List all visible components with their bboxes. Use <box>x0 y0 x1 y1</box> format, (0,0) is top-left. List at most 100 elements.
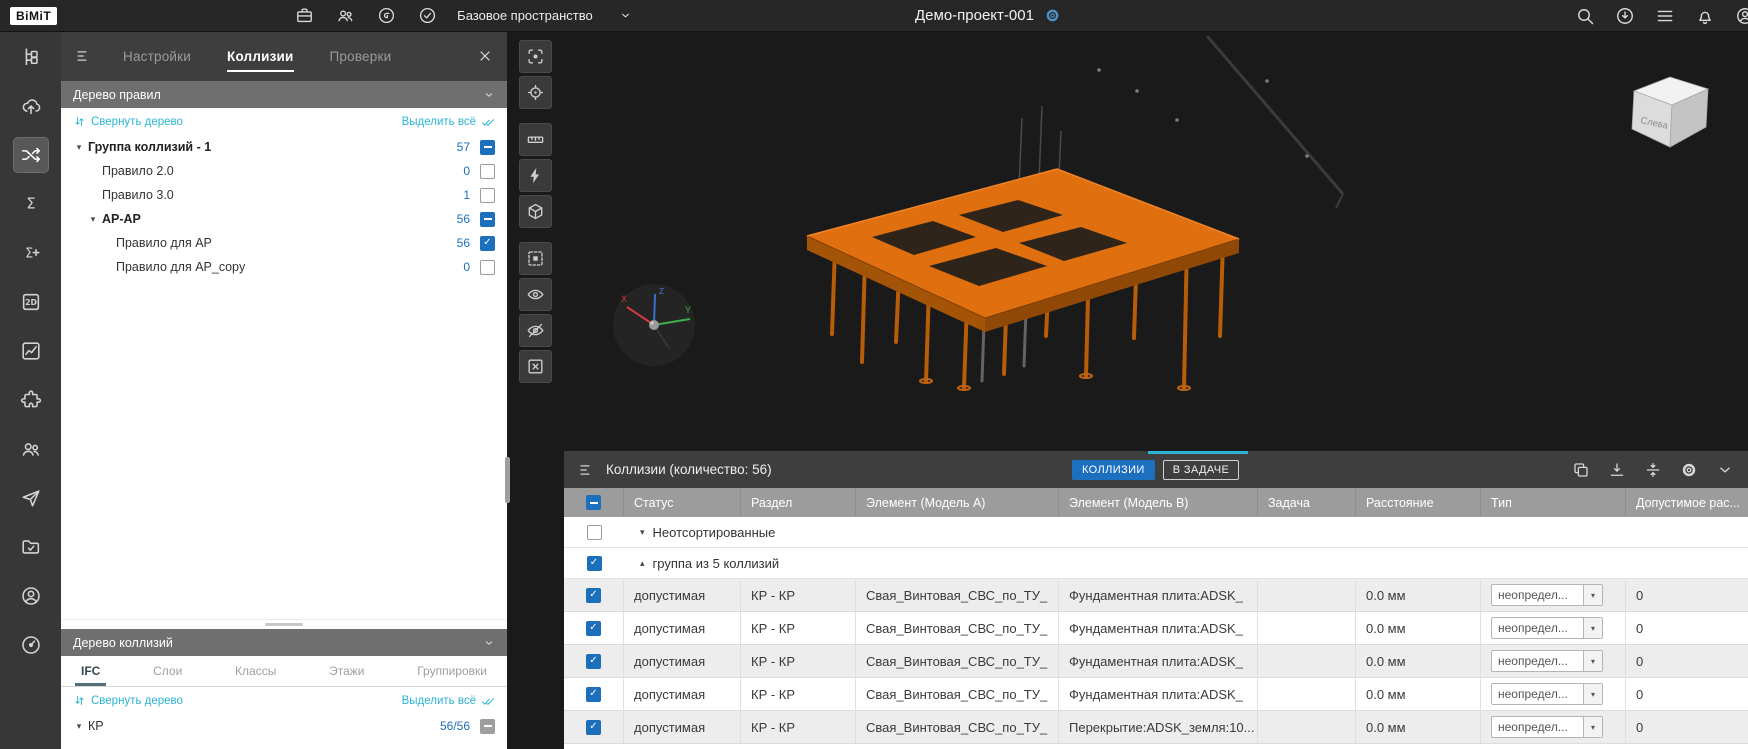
rules-tree-header[interactable]: Дерево правил <box>61 81 507 108</box>
rail-publish-cloud-button[interactable] <box>14 89 48 123</box>
tree-item-checkbox[interactable] <box>480 236 495 251</box>
collision-row[interactable]: допустимаяКР - КРСвая_Винтовая_СВС_по_ТУ… <box>564 711 1748 744</box>
rules-tree-item[interactable]: ▾Группа коллизий - 157 <box>61 135 507 159</box>
bell-button[interactable] <box>1695 6 1715 26</box>
type-select[interactable]: неопредел...▾ <box>1491 584 1603 606</box>
tree-tab-0[interactable]: IFC <box>81 656 100 686</box>
region-select-button[interactable] <box>519 40 552 73</box>
viewport-3d[interactable]: X Y Z Слева Коллизии (количество: 56) КО… <box>507 31 1748 749</box>
search-button[interactable] <box>1575 6 1595 26</box>
collision-row[interactable]: допустимаяКР - КРСвая_Винтовая_СВС_по_ТУ… <box>564 678 1748 711</box>
team-button[interactable] <box>336 6 355 25</box>
gear-button[interactable] <box>1680 461 1698 479</box>
profile-button[interactable] <box>1735 6 1748 26</box>
column-header-5[interactable]: Расстояние <box>1356 488 1481 517</box>
group-expand-arrow[interactable]: ▴ <box>640 558 645 569</box>
type-select[interactable]: неопредел...▾ <box>1491 716 1603 738</box>
collisions-tree-item[interactable]: ▾КР56/56 <box>61 714 507 738</box>
type-select[interactable]: неопредел...▾ <box>1491 650 1603 672</box>
rail-share-button[interactable] <box>14 481 48 515</box>
expand-arrow[interactable]: ▾ <box>71 721 87 732</box>
collapse-tree-link-2[interactable]: Свернуть дерево <box>73 694 183 707</box>
cell-allowed-distance[interactable]: 0 <box>1626 612 1748 644</box>
collision-row[interactable]: допустимаяКР - КРСвая_Винтовая_СВС_по_ТУ… <box>564 612 1748 645</box>
column-header-1[interactable]: Раздел <box>741 488 856 517</box>
cell-allowed-distance[interactable]: 0 <box>1626 645 1748 677</box>
export-button[interactable] <box>1615 6 1635 26</box>
tree-item-checkbox[interactable] <box>480 188 495 203</box>
tree-tab-1[interactable]: Слои <box>153 656 182 686</box>
tree-item-checkbox[interactable] <box>480 164 495 179</box>
rules-tree-item[interactable]: Правило 2.00 <box>61 159 507 183</box>
panel-resize-handle[interactable] <box>505 457 510 503</box>
tree-item-checkbox[interactable] <box>480 140 495 155</box>
group-checkbox[interactable] <box>587 556 602 571</box>
list-button[interactable] <box>1655 6 1675 26</box>
group-expand-arrow[interactable]: ▾ <box>640 527 645 538</box>
column-header-3[interactable]: Элемент (Модель B) <box>1059 488 1258 517</box>
tasks-check-button[interactable] <box>418 6 437 25</box>
select-all-link-2[interactable]: Выделить всё <box>402 694 495 708</box>
cell-allowed-distance[interactable]: 0 <box>1626 711 1748 743</box>
chevron-down-icon[interactable]: ▾ <box>1583 618 1602 638</box>
row-checkbox[interactable] <box>586 654 601 669</box>
rules-tree-item[interactable]: Правило для АР_copy0 <box>61 255 507 279</box>
eye-off-button[interactable] <box>519 314 552 347</box>
panel-tab-0[interactable]: Настройки <box>123 31 191 81</box>
rail-charts-button[interactable] <box>14 334 48 368</box>
rail-model-tree-button[interactable] <box>14 40 48 74</box>
collisions-tree-header[interactable]: Дерево коллизий <box>61 629 507 656</box>
rail-docs-2d-button[interactable]: 2D <box>14 285 48 319</box>
copy-button[interactable] <box>1572 461 1590 479</box>
collisions-view-tab[interactable]: КОЛЛИЗИИ <box>1072 460 1155 480</box>
chevron-down-icon[interactable]: ▾ <box>1583 585 1602 605</box>
tree-tab-3[interactable]: Этажи <box>329 656 364 686</box>
cell-allowed-distance[interactable]: 0 <box>1626 579 1748 611</box>
close-panel-icon[interactable] <box>477 48 493 64</box>
tree-splitter[interactable] <box>61 619 507 629</box>
lightning-button[interactable] <box>519 159 552 192</box>
expand-arrow[interactable]: ▾ <box>71 142 87 153</box>
collapse-tree-link[interactable]: Свернуть дерево <box>73 115 183 128</box>
group-checkbox[interactable] <box>587 525 602 540</box>
isolate-button[interactable] <box>519 242 552 275</box>
workspace-selector[interactable]: Базовое пространство <box>457 8 632 23</box>
panel-resize-handle[interactable] <box>1148 451 1248 454</box>
chevron-down-icon[interactable]: ▾ <box>1583 651 1602 671</box>
axis-gizmo[interactable]: X Y Z <box>611 282 697 368</box>
column-header-6[interactable]: Тип <box>1481 488 1626 517</box>
expand-arrow[interactable]: ▾ <box>85 214 101 225</box>
rail-team-button[interactable] <box>14 432 48 466</box>
rail-account-button[interactable] <box>14 579 48 613</box>
chevron-down-icon[interactable]: ▾ <box>1583 717 1602 737</box>
table-group-row[interactable]: ▾Неотсортированные <box>564 517 1748 548</box>
collision-row[interactable]: допустимаяКР - КРСвая_Винтовая_СВС_по_ТУ… <box>564 579 1748 612</box>
cell-allowed-distance[interactable]: 0 <box>1626 678 1748 710</box>
rules-tree-item[interactable]: ▾АР-АР56 <box>61 207 507 231</box>
project-settings-gear-icon[interactable] <box>1044 7 1061 24</box>
tree-tab-2[interactable]: Классы <box>235 656 276 686</box>
row-checkbox[interactable] <box>586 720 601 735</box>
coordination-button[interactable] <box>377 6 396 25</box>
briefcase-button[interactable] <box>295 6 314 25</box>
panel-menu-icon[interactable] <box>75 47 93 65</box>
rail-projects-button[interactable] <box>14 530 48 564</box>
rail-plugins-button[interactable] <box>14 383 48 417</box>
table-group-row[interactable]: ▴группа из 5 коллизий <box>564 548 1748 579</box>
box-x-button[interactable] <box>519 350 552 383</box>
type-select[interactable]: неопредел...▾ <box>1491 683 1603 705</box>
app-logo[interactable]: BiMiT <box>10 7 57 25</box>
column-header-7[interactable]: Допустимое рас... <box>1626 488 1748 517</box>
tree-item-checkbox[interactable] <box>480 212 495 227</box>
download-line-button[interactable] <box>1608 461 1626 479</box>
rules-tree-item[interactable]: Правило 3.01 <box>61 183 507 207</box>
panel-tab-1[interactable]: Коллизии <box>227 31 294 81</box>
column-header-2[interactable]: Элемент (Модель А) <box>856 488 1059 517</box>
row-checkbox[interactable] <box>586 687 601 702</box>
row-checkbox[interactable] <box>586 621 601 636</box>
rail-collisions-button[interactable] <box>14 138 48 172</box>
chevron-down-button[interactable] <box>1716 461 1734 479</box>
column-header-4[interactable]: Задача <box>1258 488 1356 517</box>
table-menu-icon[interactable] <box>578 461 596 479</box>
section-box-button[interactable] <box>519 195 552 228</box>
